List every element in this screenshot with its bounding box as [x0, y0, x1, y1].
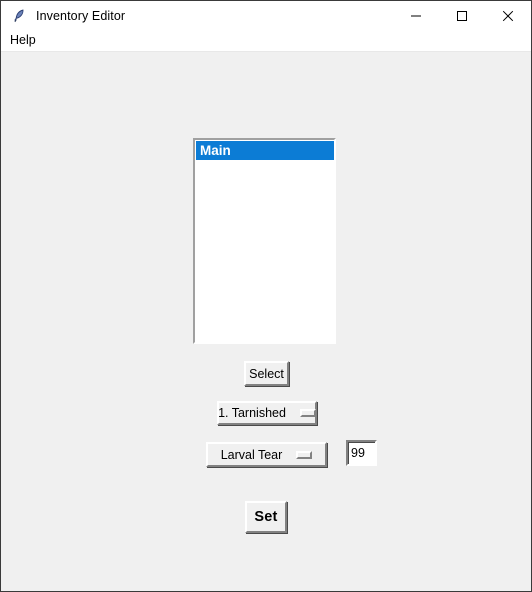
close-icon: [502, 10, 514, 21]
item-option-value: Larval Tear: [220, 447, 283, 462]
window-title: Inventory Editor: [36, 8, 126, 23]
set-button[interactable]: Set: [245, 501, 287, 533]
inventory-editor-window: Inventory Editor Help Main Select 1. Tar…: [0, 0, 532, 592]
client-area: Main Select 1. Tarnished Larval Tear 99 …: [1, 52, 531, 591]
chevron-down-icon: [299, 409, 316, 417]
slot-option-value: 1. Tarnished: [218, 406, 286, 420]
listbox-items: Main: [195, 140, 334, 160]
menu-bar: Help: [1, 30, 531, 52]
minimize-button[interactable]: [393, 1, 439, 30]
select-button[interactable]: Select: [244, 361, 289, 386]
item-option-menu[interactable]: Larval Tear: [206, 442, 327, 467]
menu-item-help[interactable]: Help: [1, 31, 43, 50]
list-item[interactable]: Main: [196, 141, 334, 160]
inventory-listbox[interactable]: Main: [193, 138, 336, 344]
maximize-button[interactable]: [439, 1, 485, 30]
chevron-down-icon: [296, 450, 313, 459]
quantity-input[interactable]: 99: [346, 440, 377, 466]
window-controls: [393, 1, 531, 30]
close-button[interactable]: [485, 1, 531, 30]
minimize-icon: [411, 15, 421, 16]
feather-icon: [14, 9, 24, 22]
title-bar[interactable]: Inventory Editor: [1, 1, 531, 30]
slot-option-menu[interactable]: 1. Tarnished: [217, 401, 317, 425]
maximize-icon: [457, 10, 467, 21]
